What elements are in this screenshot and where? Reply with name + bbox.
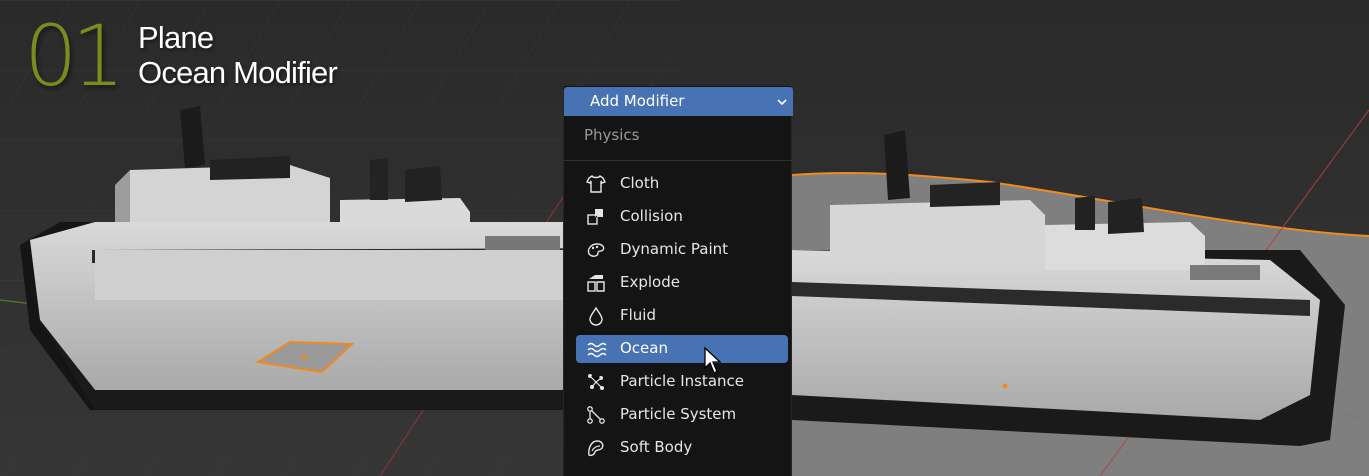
title-line-1: Plane	[138, 20, 214, 55]
menu-item-label: Cloth	[620, 174, 660, 192]
menu-item-fluid[interactable]: Fluid	[576, 302, 788, 330]
menu-item-particle-system[interactable]: Particle System	[576, 401, 788, 429]
menu-item-label: Dynamic Paint	[620, 240, 729, 258]
menu-item-ocean[interactable]: Ocean	[576, 335, 788, 363]
particle-system-icon	[587, 406, 605, 424]
menu-item-dynamic-paint[interactable]: Dynamic Paint	[576, 236, 788, 264]
add-modifier-label: Add Modifier	[590, 92, 685, 110]
title-number: 01	[24, 7, 125, 105]
cloth-icon	[586, 174, 606, 193]
menu-item-label: Explode	[620, 273, 680, 291]
soft-body-icon	[588, 440, 604, 457]
add-modifier-menu: Add Modifier Physics Cloth Collision Dyn…	[563, 86, 793, 476]
particle-instance-icon	[588, 374, 604, 390]
menu-item-explode[interactable]: Explode	[576, 269, 788, 297]
menu-section-title: Physics	[584, 126, 640, 144]
dynamic-paint-icon	[587, 243, 605, 257]
menu-item-label: Particle Instance	[620, 372, 744, 390]
add-modifier-button[interactable]: Add Modifier	[564, 87, 793, 116]
menu-item-particle-instance[interactable]: Particle Instance	[576, 368, 788, 396]
menu-divider	[564, 160, 793, 161]
menu-item-label: Soft Body	[620, 438, 693, 456]
ocean-icon	[587, 342, 607, 358]
chevron-down-icon	[777, 99, 787, 106]
menu-item-label: Particle System	[620, 405, 737, 423]
menu-item-label: Ocean	[620, 339, 668, 357]
fluid-icon	[589, 306, 603, 326]
title-block: Plane Ocean Modifier	[138, 20, 338, 90]
collision-icon	[587, 209, 603, 225]
menu-item-label: Fluid	[620, 306, 656, 324]
mouse-cursor-icon	[704, 346, 722, 374]
menu-item-label: Collision	[620, 207, 683, 225]
explode-icon	[587, 275, 605, 292]
menu-item-cloth[interactable]: Cloth	[576, 170, 788, 198]
title-line-2: Ocean Modifier	[138, 55, 338, 90]
menu-item-soft-body[interactable]: Soft Body	[576, 434, 788, 462]
menu-item-collision[interactable]: Collision	[576, 203, 788, 231]
